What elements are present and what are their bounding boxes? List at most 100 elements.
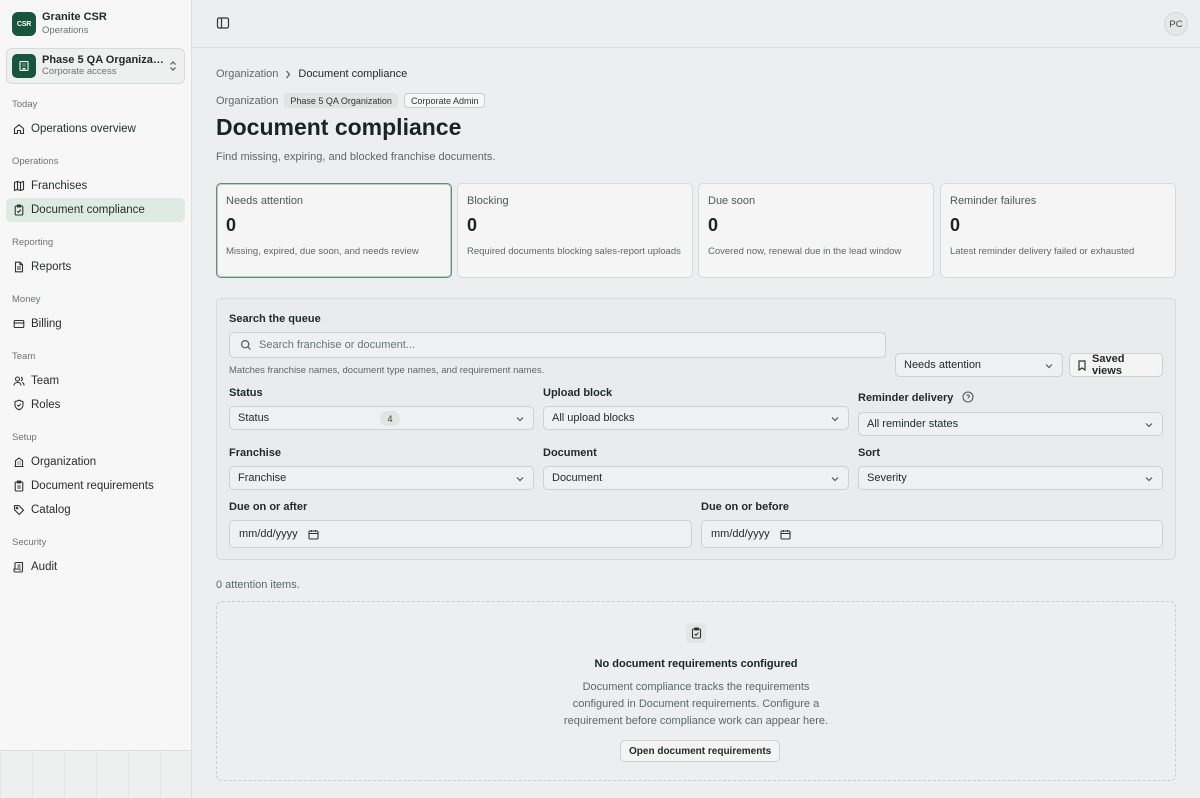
due-before-input[interactable]: mm/dd/yyyy (701, 520, 1163, 548)
due-after-input[interactable]: mm/dd/yyyy (229, 520, 692, 548)
sidebar-item-label: Document compliance (31, 204, 145, 216)
status-select[interactable]: Status 4 (229, 406, 534, 430)
brand-text: Granite CSR Operations (42, 11, 107, 37)
sidebar-item-billing[interactable]: Billing (6, 312, 185, 336)
sidebar-item-reports[interactable]: Reports (6, 255, 185, 279)
sidebar: CSR Granite CSR Operations Phase 5 QA Or… (0, 0, 192, 798)
nav-section-security: Security (12, 537, 47, 548)
sidebar-item-label: Operations overview (31, 123, 136, 135)
search-label: Search the queue (229, 313, 321, 325)
sidebar-item-document-requirements[interactable]: Document requirements (6, 474, 185, 498)
reminder-delivery-label: Reminder delivery (858, 391, 974, 404)
reminder-delivery-label-text: Reminder delivery (858, 392, 954, 404)
status-label: Status (229, 387, 263, 399)
sidebar-item-operations-overview[interactable]: Operations overview (6, 117, 185, 141)
nav-section-team: Team (12, 351, 36, 362)
breadcrumb-parent[interactable]: Organization (216, 68, 278, 80)
saved-views-button[interactable]: Saved views (1069, 353, 1163, 377)
card-due-soon[interactable]: Due soon 0 Covered now, renewal due in t… (698, 183, 934, 278)
queue-select[interactable]: Needs attention (895, 353, 1063, 377)
org-name: Phase 5 QA Organizat... (42, 54, 164, 66)
sidebar-item-catalog[interactable]: Catalog (6, 498, 185, 522)
results-count: 0 attention items. (216, 579, 300, 591)
org-chip: Phase 5 QA Organization (284, 93, 398, 108)
chevron-down-icon (1144, 420, 1154, 430)
help-circle-icon[interactable] (962, 391, 974, 403)
clipboard-icon (13, 480, 25, 492)
brand-name: Granite CSR (42, 11, 107, 23)
card-description: Covered now, renewal due in the lead win… (708, 246, 902, 257)
sidebar-item-label: Audit (31, 561, 58, 573)
status-select-value: Status (238, 412, 270, 424)
sidebar-item-label: Franchises (31, 180, 88, 192)
open-document-requirements-button[interactable]: Open document requirements (620, 740, 781, 762)
search-box[interactable] (229, 332, 886, 358)
sort-label: Sort (858, 447, 880, 459)
document-label: Document (543, 447, 597, 459)
due-before-label: Due on or before (701, 501, 790, 513)
chevron-down-icon (1144, 474, 1154, 484)
scroll-icon (13, 561, 25, 573)
card-description: Latest reminder delivery failed or exhau… (950, 246, 1135, 257)
users-icon (13, 375, 25, 387)
sidebar-toggle-icon[interactable] (216, 16, 232, 32)
empty-state-description: Document compliance tracks the requireme… (563, 681, 829, 727)
search-input[interactable] (259, 339, 859, 351)
document-select[interactable]: Document (543, 466, 849, 490)
card-value: 0 (467, 215, 478, 235)
sidebar-content: CSR Granite CSR Operations Phase 5 QA Or… (0, 0, 191, 750)
due-after-value: mm/dd/yyyy (239, 528, 298, 540)
sidebar-item-label: Billing (31, 318, 62, 330)
nav-section-money: Money (12, 294, 41, 305)
breadcrumb: Organization Document compliance (216, 68, 407, 80)
sort-select-value: Severity (867, 472, 907, 484)
brand[interactable]: CSR Granite CSR Operations (12, 11, 107, 37)
clipboard-check-icon (13, 204, 25, 216)
sidebar-item-label: Roles (31, 399, 61, 411)
sidebar-item-franchises[interactable]: Franchises (6, 174, 185, 198)
sidebar-item-roles[interactable]: Roles (6, 393, 185, 417)
sidebar-item-document-compliance[interactable]: Document compliance (6, 198, 185, 222)
chevron-down-icon (830, 474, 840, 484)
card-title: Due soon (708, 195, 756, 207)
sidebar-item-team[interactable]: Team (6, 369, 185, 393)
file-text-icon (13, 261, 25, 273)
reminder-delivery-select[interactable]: All reminder states (858, 412, 1163, 436)
avatar[interactable]: PC (1164, 12, 1188, 36)
card-blocking[interactable]: Blocking 0 Required documents blocking s… (457, 183, 693, 278)
reminder-delivery-value: All reminder states (867, 418, 959, 430)
sort-select[interactable]: Severity (858, 466, 1163, 490)
credit-card-icon (13, 318, 25, 330)
card-needs-attention[interactable]: Needs attention 0 Missing, expired, due … (216, 183, 452, 278)
building-icon (12, 54, 36, 78)
upload-block-label: Upload block (543, 387, 613, 399)
sidebar-item-organization[interactable]: Organization (6, 450, 185, 474)
sidebar-item-label: Team (31, 375, 60, 387)
chevron-right-icon (285, 70, 291, 79)
card-value: 0 (226, 215, 237, 235)
org-switcher[interactable]: Phase 5 QA Organizat... Corporate access (6, 48, 185, 84)
empty-state: No document requirements configured Docu… (216, 601, 1176, 781)
page-title: Document compliance (216, 114, 462, 140)
topbar: PC (192, 0, 1200, 48)
due-after-label: Due on or after (229, 501, 308, 513)
card-reminder-failures[interactable]: Reminder failures 0 Latest reminder deli… (940, 183, 1176, 278)
sidebar-footer-grid (0, 750, 191, 798)
chevron-down-icon (1044, 361, 1054, 371)
calendar-icon[interactable] (308, 529, 319, 540)
filter-panel: Search the queue Matches franchise names… (216, 298, 1176, 560)
franchise-select-value: Franchise (238, 472, 287, 484)
status-count-badge: 4 (380, 411, 400, 426)
page-meta: Organization Phase 5 QA Organization Cor… (216, 93, 491, 108)
sidebar-item-label: Reports (31, 261, 72, 273)
queue-select-value: Needs attention (904, 359, 982, 371)
calendar-icon[interactable] (780, 529, 791, 540)
chevron-down-icon (830, 414, 840, 424)
chevron-down-icon (515, 414, 525, 424)
nav-section-setup: Setup (12, 432, 37, 443)
sidebar-item-audit[interactable]: Audit (6, 555, 185, 579)
upload-block-select[interactable]: All upload blocks (543, 406, 849, 430)
home-icon (13, 123, 25, 135)
franchise-select[interactable]: Franchise (229, 466, 534, 490)
card-value: 0 (708, 215, 719, 235)
